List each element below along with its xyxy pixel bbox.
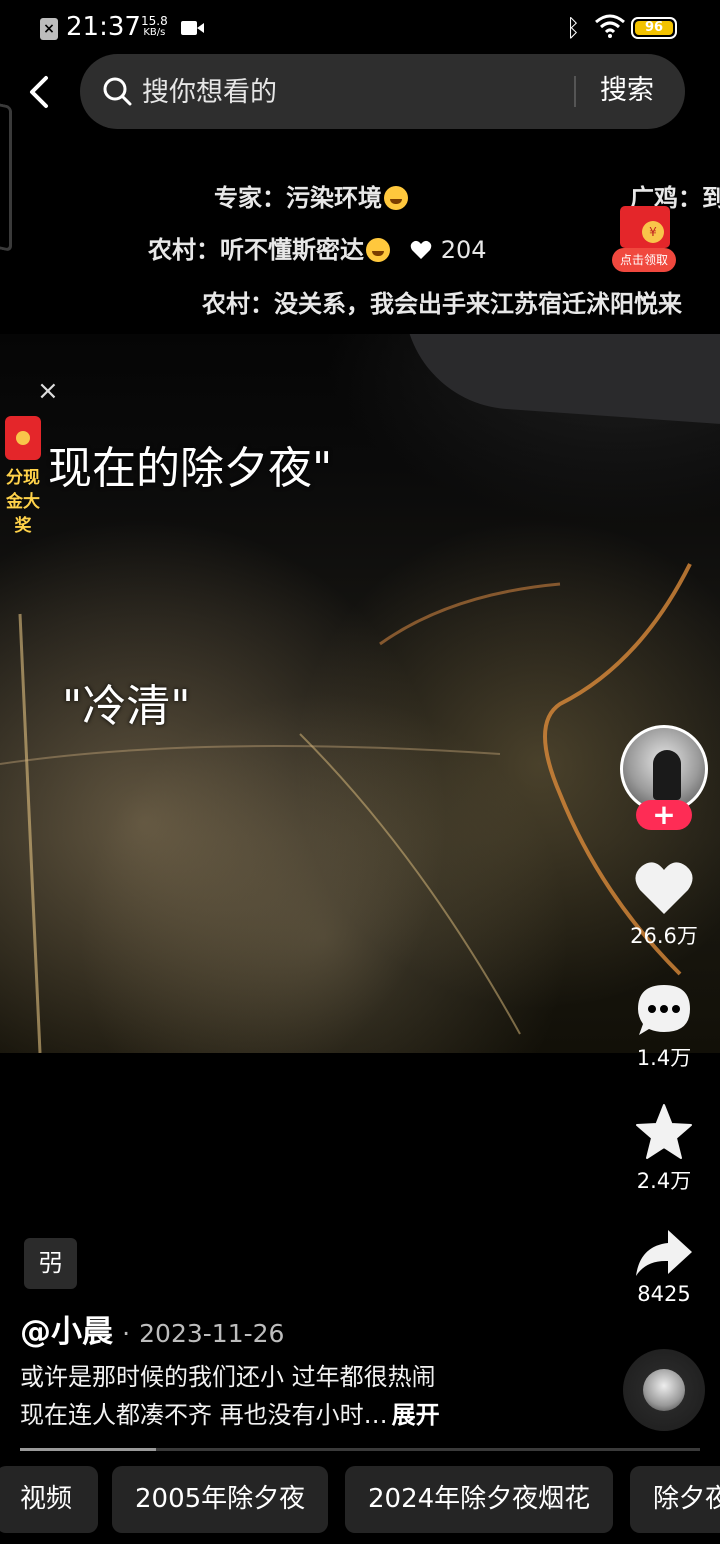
danmaku-text: 农村：没关系，我会出手来江苏宿迁沭阳悦来	[202, 290, 682, 318]
heart-icon	[411, 240, 432, 259]
red-packet-icon: ¥	[620, 206, 670, 248]
search-input[interactable]	[142, 72, 562, 112]
crying-laughing-emoji-icon	[384, 186, 408, 210]
video-player[interactable]: × 分现金大奖 现在的除夕夜" "冷清"	[0, 334, 720, 1053]
music-disc-icon[interactable]	[623, 1349, 705, 1431]
expand-link[interactable]: 展开	[392, 1401, 440, 1429]
search-divider	[574, 76, 576, 107]
post-description: 或许是那时候的我们还小 过年都很热闹 现在连人都凑不齐 再也没有小时… 展开	[20, 1358, 580, 1434]
follow-button[interactable]: +	[636, 800, 692, 830]
side-ad-banner[interactable]: 分现金大奖	[5, 416, 43, 538]
share-count: 8425	[637, 1282, 691, 1306]
related-searches: 视频 2005年除夕夜 2024年除夕夜烟花 除夕夜	[0, 1466, 720, 1534]
share-arrow-icon	[636, 1230, 692, 1276]
bluetooth-icon: ᛒ	[566, 14, 581, 42]
notification-x-icon: ×	[40, 18, 58, 40]
related-search-chip[interactable]: 除夕夜	[630, 1466, 720, 1533]
related-search-chip[interactable]: 2005年除夕夜	[112, 1466, 329, 1533]
danmaku-comment: 农村：听不懂斯密达 204	[148, 230, 487, 265]
video-feed-screen: × 21:37 15.8 KB/s ᛒ 96 搜索 专家：污染环境	[0, 0, 720, 1544]
post-separator: ·	[122, 1319, 131, 1348]
side-ad-text: 分现金大奖	[6, 468, 40, 536]
close-icon[interactable]: ×	[37, 376, 59, 406]
favorite-count: 2.4万	[636, 1169, 692, 1193]
status-time: 21:37	[66, 12, 141, 42]
related-search-chip[interactable]: 2024年除夕夜烟花	[345, 1466, 614, 1533]
related-search-chip[interactable]: 视频	[0, 1466, 98, 1533]
danmaku-comment: 农村：没关系，我会出手来江苏宿迁沭阳悦来	[202, 284, 682, 319]
battery-level: 96	[635, 21, 673, 35]
danmaku-text: 农村：听不懂斯密达	[148, 236, 364, 264]
danmaku-text: 专家：污染环境	[214, 184, 382, 212]
author-name[interactable]: @小晨	[20, 1314, 113, 1350]
search-button[interactable]: 搜索	[577, 68, 677, 114]
decorative-frame	[0, 97, 12, 253]
video-progress-bar[interactable]	[20, 1448, 700, 1451]
description-line: 或许是那时候的我们还小 过年都很热闹	[20, 1363, 436, 1391]
star-icon	[636, 1104, 692, 1159]
music-cover	[643, 1369, 685, 1411]
search-icon	[103, 77, 132, 106]
search-bar[interactable]: 搜索	[80, 54, 685, 129]
video-caption: "冷清"	[62, 681, 191, 732]
comment-button[interactable]: 1.4万	[622, 982, 706, 1072]
video-progress-fill	[20, 1448, 156, 1451]
favorite-button[interactable]: 2.4万	[622, 1103, 706, 1195]
comment-icon	[638, 985, 690, 1035]
red-packet-button[interactable]: ¥ 点击领取	[612, 206, 676, 272]
comment-count: 1.4万	[636, 1046, 692, 1070]
danmaku-comment: 专家：污染环境	[214, 178, 408, 213]
network-speed-value: 15.8	[141, 14, 168, 28]
video-caption: 现在的除夕夜"	[48, 443, 333, 494]
network-speed-unit: KB/s	[143, 27, 166, 38]
heart-icon	[635, 862, 693, 914]
share-button[interactable]: 8425	[622, 1228, 706, 1306]
coin-icon: ¥	[642, 221, 664, 243]
wifi-icon	[595, 14, 625, 38]
author-row: @小晨 · 2023-11-26	[20, 1306, 284, 1351]
red-packet-label: 点击领取	[612, 248, 676, 272]
like-count: 26.6万	[630, 924, 698, 948]
danmaku-likes: 204	[440, 236, 487, 264]
description-line: 现在连人都凑不齐 再也没有小时… 展开	[20, 1401, 440, 1429]
battery-icon: 96	[631, 17, 677, 39]
red-packet-icon	[5, 416, 41, 460]
post-date: 2023-11-26	[139, 1319, 285, 1348]
status-bar: × 21:37 15.8 KB/s ᛒ 96	[0, 0, 720, 56]
tag-chip[interactable]: 弜	[24, 1238, 77, 1289]
avatar-figure	[653, 750, 681, 800]
laughing-emoji-icon	[366, 238, 390, 262]
back-button[interactable]	[20, 70, 60, 114]
network-speed: 15.8 KB/s	[141, 15, 168, 39]
like-button[interactable]: 26.6万	[622, 860, 706, 950]
video-record-icon	[181, 21, 204, 35]
